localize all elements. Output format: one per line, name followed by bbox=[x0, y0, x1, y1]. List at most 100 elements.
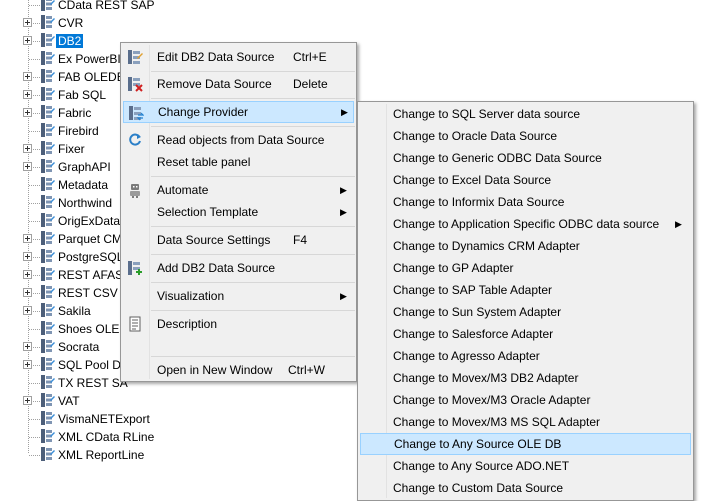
submenu-item[interactable]: Change to Salesforce Adapter bbox=[360, 323, 691, 345]
menu-item-reset-table-panel[interactable]: Reset table panel bbox=[123, 151, 354, 173]
submenu-item[interactable]: Change to Any Source OLE DB bbox=[360, 433, 691, 455]
menu-separator bbox=[151, 176, 355, 177]
submenu-item-label: Change to Movex/M3 MS SQL Adapter bbox=[393, 415, 600, 429]
menu-item-visualization[interactable]: Visualization ▶ bbox=[123, 285, 354, 307]
expand-icon[interactable] bbox=[23, 90, 32, 99]
data-source-icon bbox=[41, 177, 55, 191]
expand-icon[interactable] bbox=[23, 72, 32, 81]
menu-item-read-objects[interactable]: Read objects from Data Source bbox=[123, 129, 354, 151]
remove-data-source-icon bbox=[128, 77, 143, 92]
menu-item-label: Reset table panel bbox=[157, 155, 251, 169]
tree-branch-line bbox=[29, 203, 40, 204]
data-source-icon bbox=[41, 321, 55, 335]
submenu-item[interactable]: Change to Informix Data Source bbox=[360, 191, 691, 213]
submenu-item[interactable]: Change to Agresso Adapter bbox=[360, 345, 691, 367]
tree-item[interactable]: VAT bbox=[0, 392, 200, 410]
menu-item-automate[interactable]: Automate ▶ bbox=[123, 179, 354, 201]
tree-item[interactable]: XML CData RLine bbox=[0, 428, 200, 446]
data-source-icon bbox=[41, 51, 55, 65]
submenu-item[interactable]: Change to SQL Server data source bbox=[360, 103, 691, 125]
tree-item-label: Shoes OLED bbox=[58, 322, 129, 336]
submenu-item-label: Change to Excel Data Source bbox=[393, 173, 552, 187]
tree-item-label: VAT bbox=[58, 394, 80, 408]
tree-branch-line bbox=[29, 185, 40, 186]
tree-branch-line bbox=[29, 5, 40, 6]
tree-item[interactable]: XML ReportLine bbox=[0, 446, 200, 464]
expand-icon[interactable] bbox=[23, 234, 32, 243]
tree-branch-line bbox=[29, 437, 40, 438]
submenu-item-label: Change to Movex/M3 DB2 Adapter bbox=[393, 371, 579, 385]
tree-branch-line bbox=[29, 131, 40, 132]
data-source-icon bbox=[41, 87, 55, 101]
submenu-item[interactable]: Change to Movex/M3 MS SQL Adapter bbox=[360, 411, 691, 433]
data-source-icon bbox=[41, 267, 55, 281]
expand-icon[interactable] bbox=[23, 108, 32, 117]
menu-item-remove-data-source[interactable]: Remove Data Source Delete bbox=[123, 73, 354, 95]
tree-branch-line bbox=[29, 221, 40, 222]
menu-item-change-provider[interactable]: Change Provider ▶ bbox=[123, 101, 354, 123]
menu-item-label: Description bbox=[157, 317, 218, 331]
submenu-item-label: Change to Informix Data Source bbox=[393, 195, 565, 209]
data-source-icon bbox=[41, 15, 55, 29]
menu-separator bbox=[151, 282, 355, 283]
context-menu: Edit DB2 Data Source Ctrl+E Remove Data … bbox=[120, 42, 357, 382]
expand-icon[interactable] bbox=[23, 36, 32, 45]
tree-item-label: Socrata bbox=[58, 340, 100, 354]
data-source-icon bbox=[41, 375, 55, 389]
submenu-item-label: Change to Movex/M3 Oracle Adapter bbox=[393, 393, 591, 407]
expand-icon[interactable] bbox=[23, 306, 32, 315]
submenu-item[interactable]: Change to Custom Data Source bbox=[360, 477, 691, 499]
data-source-icon bbox=[41, 411, 55, 425]
data-source-icon bbox=[41, 393, 55, 407]
expand-icon[interactable] bbox=[23, 288, 32, 297]
submenu-item[interactable]: Change to Dynamics CRM Adapter bbox=[360, 235, 691, 257]
tree-item-label: Parquet CMo bbox=[58, 232, 129, 246]
tree-item-label: Ex PowerBIT bbox=[58, 52, 129, 66]
tree-item-label: Fabric bbox=[58, 106, 92, 120]
expand-icon[interactable] bbox=[23, 360, 32, 369]
tree-item[interactable]: CVR bbox=[0, 14, 200, 32]
expand-icon[interactable] bbox=[23, 144, 32, 153]
submenu-arrow-icon: ▶ bbox=[340, 207, 347, 217]
menu-item-selection-template[interactable]: Selection Template ▶ bbox=[123, 201, 354, 223]
data-source-icon bbox=[41, 231, 55, 245]
submenu-item[interactable]: Change to Excel Data Source bbox=[360, 169, 691, 191]
submenu-item-label: Change to Generic ODBC Data Source bbox=[393, 151, 602, 165]
tree-item-label: SQL Pool DE bbox=[58, 358, 129, 372]
expand-icon[interactable] bbox=[23, 270, 32, 279]
submenu-item[interactable]: Change to Generic ODBC Data Source bbox=[360, 147, 691, 169]
submenu-item[interactable]: Change to GP Adapter bbox=[360, 257, 691, 279]
tree-item[interactable]: CData REST SAP bbox=[0, 0, 200, 14]
menu-item-label: Visualization bbox=[157, 289, 225, 303]
submenu-item[interactable]: Change to Any Source ADO.NET bbox=[360, 455, 691, 477]
expand-icon[interactable] bbox=[23, 162, 32, 171]
submenu-item-label: Change to Salesforce Adapter bbox=[393, 327, 554, 341]
submenu-item-label: Change to SAP Table Adapter bbox=[393, 283, 553, 297]
submenu-item[interactable]: Change to Movex/M3 DB2 Adapter bbox=[360, 367, 691, 389]
data-source-icon bbox=[41, 123, 55, 137]
submenu-item-label: Change to Oracle Data Source bbox=[393, 129, 558, 143]
expand-icon[interactable] bbox=[23, 396, 32, 405]
menu-item-add-data-source[interactable]: Add DB2 Data Source bbox=[123, 257, 354, 279]
menu-item-data-source-settings[interactable]: Data Source Settings F4 bbox=[123, 229, 354, 251]
menu-item-open-new-window[interactable]: Open in New Window Ctrl+W bbox=[123, 359, 354, 381]
submenu-item[interactable]: Change to Application Specific ODBC data… bbox=[360, 213, 691, 235]
tree-item-label: FAB OLEDB bbox=[58, 70, 125, 84]
menu-item-label: Edit DB2 Data Source bbox=[157, 50, 275, 64]
expand-icon[interactable] bbox=[23, 18, 32, 27]
submenu-item[interactable]: Change to Movex/M3 Oracle Adapter bbox=[360, 389, 691, 411]
submenu-item[interactable]: Change to Oracle Data Source bbox=[360, 125, 691, 147]
submenu-item[interactable]: Change to SAP Table Adapter bbox=[360, 279, 691, 301]
menu-item-shortcut: Ctrl+E bbox=[293, 50, 327, 64]
menu-item-description[interactable]: Description bbox=[123, 313, 354, 335]
tree-item-label: Metadata bbox=[58, 178, 109, 192]
expand-icon[interactable] bbox=[23, 342, 32, 351]
tree-item-label: TX REST SA bbox=[58, 376, 128, 390]
menu-item-edit-data-source[interactable]: Edit DB2 Data Source Ctrl+E bbox=[123, 46, 354, 68]
tree-branch-line bbox=[29, 329, 40, 330]
expand-icon[interactable] bbox=[23, 252, 32, 261]
tree-item[interactable]: VismaNETExport bbox=[0, 410, 200, 428]
data-source-icon bbox=[41, 249, 55, 263]
data-source-icon bbox=[41, 339, 55, 353]
submenu-item[interactable]: Change to Sun System Adapter bbox=[360, 301, 691, 323]
